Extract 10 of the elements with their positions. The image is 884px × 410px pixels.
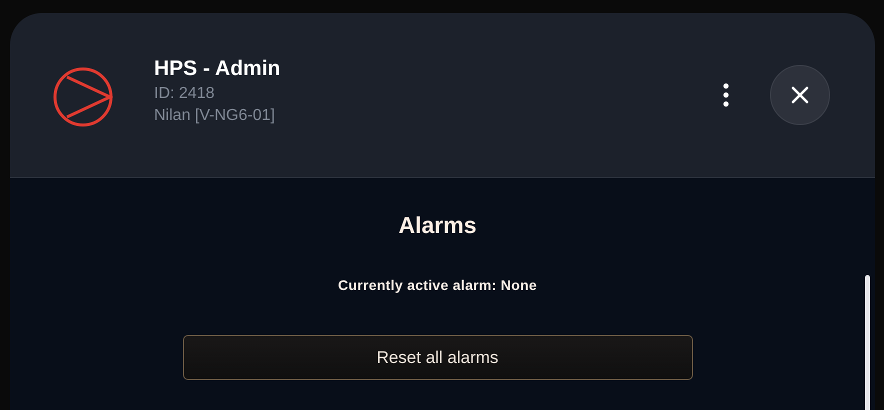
scrollbar[interactable] bbox=[865, 275, 870, 410]
close-icon bbox=[791, 86, 809, 104]
section-title: Alarms bbox=[398, 212, 476, 239]
device-id: ID: 2418 bbox=[154, 84, 216, 104]
alarm-status: Currently active alarm: None bbox=[338, 277, 538, 293]
reset-alarms-button[interactable]: Reset all alarms bbox=[182, 335, 692, 380]
device-title: HPS - Admin bbox=[154, 56, 282, 82]
more-icon bbox=[723, 83, 729, 107]
pump-icon bbox=[53, 67, 113, 127]
device-model: Nilan [V-NG6-01] bbox=[154, 106, 276, 126]
